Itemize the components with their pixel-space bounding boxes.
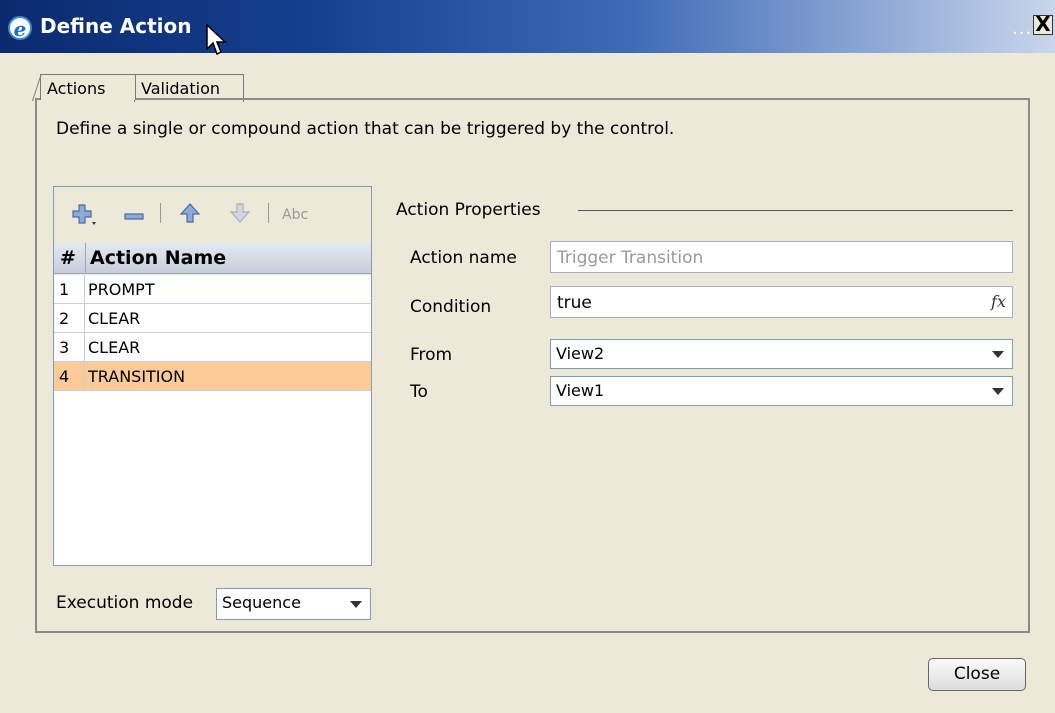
action-list-header: # Action Name xyxy=(54,243,371,274)
toolbar-separator xyxy=(268,203,269,223)
column-divider xyxy=(85,243,86,273)
action-properties-group-label: Action Properties xyxy=(396,200,541,220)
from-select[interactable]: View2 xyxy=(550,339,1013,369)
table-row[interactable]: 2 CLEAR xyxy=(54,304,371,333)
row-action-name: PROMPT xyxy=(88,280,155,299)
row-number: 3 xyxy=(59,338,70,357)
column-divider xyxy=(84,275,85,304)
table-row-selected[interactable]: 4 TRANSITION xyxy=(54,362,371,391)
from-label: From xyxy=(410,345,453,365)
execution-mode-value: Sequence xyxy=(222,593,301,612)
execution-mode-label: Execution mode xyxy=(56,593,194,613)
condition-label: Condition xyxy=(410,297,492,317)
column-divider xyxy=(84,304,85,333)
panel-description: Define a single or compound action that … xyxy=(56,119,675,139)
condition-field[interactable]: true fx xyxy=(550,286,1013,318)
ie-icon: e xyxy=(8,16,32,41)
window-title: Define Action xyxy=(40,14,192,38)
row-action-name: CLEAR xyxy=(88,338,141,357)
row-number: 1 xyxy=(59,280,70,299)
arrow-up-icon[interactable] xyxy=(180,203,200,223)
action-name-field[interactable]: Trigger Transition xyxy=(550,241,1013,273)
to-label: To xyxy=(410,382,428,402)
to-select[interactable]: View1 xyxy=(550,376,1013,406)
row-action-name: TRANSITION xyxy=(88,367,186,386)
chevron-down-icon xyxy=(992,351,1004,358)
chevron-down-icon xyxy=(992,388,1004,395)
row-number: 2 xyxy=(59,309,70,328)
row-number: 4 xyxy=(59,367,70,386)
close-button[interactable]: Close xyxy=(928,658,1026,691)
group-divider xyxy=(578,210,1013,211)
execution-mode-select[interactable]: Sequence xyxy=(216,588,371,620)
title-menu-dots[interactable]: ... xyxy=(1012,18,1032,39)
column-header-action-name: Action Name xyxy=(90,247,227,269)
action-name-label: Action name xyxy=(410,248,517,268)
close-window-button[interactable]: X xyxy=(1033,14,1053,35)
from-value: View2 xyxy=(556,344,605,363)
column-header-number: # xyxy=(60,247,76,269)
tab-actions-label: Actions xyxy=(47,79,106,98)
mouse-cursor-icon xyxy=(206,24,227,56)
rename-abc-icon[interactable]: Abc xyxy=(282,204,308,226)
action-list: Abc # Action Name 1 PROMPT 2 CLEAR 3 CLE… xyxy=(53,186,372,566)
to-value: View1 xyxy=(556,381,605,400)
action-list-rows: 1 PROMPT 2 CLEAR 3 CLEAR 4 TRANSITION xyxy=(54,275,371,565)
add-plus-icon[interactable] xyxy=(72,203,98,227)
table-row[interactable]: 1 PROMPT xyxy=(54,275,371,304)
column-divider xyxy=(84,362,85,391)
column-divider xyxy=(84,333,85,362)
chevron-down-icon xyxy=(350,601,362,608)
tab-actions[interactable]: Actions xyxy=(40,74,136,100)
tab-validation-label: Validation xyxy=(141,79,221,98)
row-action-name: CLEAR xyxy=(88,309,141,328)
arrow-down-icon[interactable] xyxy=(230,203,250,223)
table-row[interactable]: 3 CLEAR xyxy=(54,333,371,362)
action-name-value: Trigger Transition xyxy=(557,248,704,268)
function-fx-icon[interactable]: fx xyxy=(991,292,1006,311)
toolbar-separator xyxy=(160,203,161,223)
condition-value: true xyxy=(557,293,592,313)
remove-minus-icon[interactable] xyxy=(124,213,144,221)
title-bar[interactable]: e Define Action ... X xyxy=(0,0,1055,53)
action-list-toolbar: Abc xyxy=(54,187,371,239)
